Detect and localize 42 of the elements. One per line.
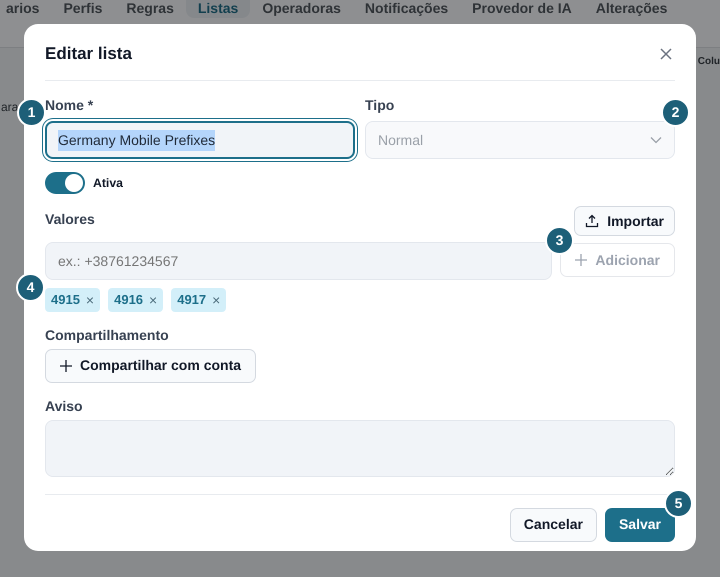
tab[interactable]: Provedor de IA — [460, 0, 584, 18]
step-marker: 3 — [545, 226, 574, 256]
tab[interactable]: Perfis — [51, 0, 114, 18]
tab[interactable]: Regras — [114, 0, 186, 18]
page-text: ara — [1, 99, 18, 116]
step-marker: 1 — [17, 98, 46, 128]
tab[interactable]: Alterações — [584, 0, 680, 18]
tab[interactable]: arios — [0, 0, 52, 18]
upload-icon — [585, 214, 600, 228]
step-marker: 5 — [664, 488, 693, 518]
column-header: Colu — [698, 55, 720, 69]
share-button[interactable]: Compartilhar com conta — [45, 348, 256, 383]
field-value: Normal — [378, 130, 424, 150]
step-marker: 4 — [16, 273, 45, 302]
field-label: Aviso — [45, 396, 83, 416]
field-label: Valores — [45, 210, 95, 230]
plus-icon — [60, 360, 72, 372]
value-chip: 4915 × — [45, 288, 100, 312]
field-value: Germany Mobile Prefixes — [58, 130, 216, 151]
tab[interactable]: Operadoras — [250, 0, 353, 18]
save-button[interactable]: Salvar — [604, 508, 675, 542]
tab[interactable]: Listas — [186, 0, 250, 18]
import-button[interactable]: Importar — [574, 206, 675, 236]
toggle-switch[interactable] — [45, 172, 85, 194]
field-label: Compartilhamento — [45, 326, 169, 345]
field-label: Nome * — [45, 96, 94, 116]
plus-icon — [575, 254, 588, 266]
remove-button[interactable]: × — [149, 293, 158, 308]
remove-button[interactable]: × — [86, 293, 94, 308]
input-field[interactable]: Germany Mobile Prefixes — [45, 121, 355, 160]
select-field[interactable]: Normal — [365, 121, 675, 160]
tab[interactable]: Notificações — [352, 0, 460, 18]
dialog-title: Editar lista — [45, 44, 132, 64]
remove-button[interactable]: × — [212, 293, 220, 308]
value-chip: 4916 × — [108, 288, 164, 312]
toggle-label: Ativa — [93, 175, 123, 192]
step-marker: 2 — [661, 98, 690, 128]
input-field[interactable]: ex.: +38761234567 — [45, 242, 552, 280]
value-chip: 4917 × — [171, 288, 226, 312]
cancel-button[interactable]: Cancelar — [510, 508, 597, 542]
field-label: Tipo — [365, 96, 394, 116]
chevron-icon — [650, 136, 662, 144]
